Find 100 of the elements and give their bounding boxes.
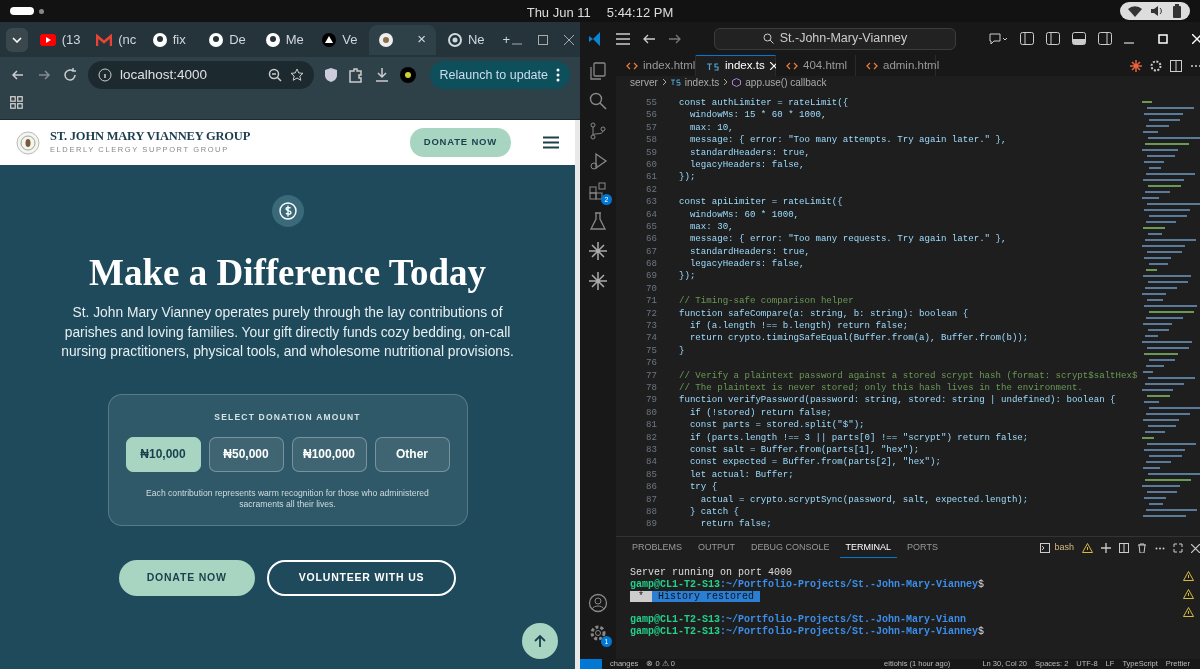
code-comment: // The plaintext is never stored; only this hash lives in the environment. <box>679 382 1083 395</box>
cube-icon <box>732 77 742 87</box>
panel-tab[interactable]: DEBUG CONSOLE <box>745 538 836 558</box>
gear-icon[interactable] <box>1150 59 1162 72</box>
chevron-icon <box>723 78 729 86</box>
settings-icon[interactable] <box>588 623 608 643</box>
zoom-icon[interactable] <box>268 68 282 82</box>
warning-icon[interactable] <box>1183 589 1194 599</box>
breadcrumb-item[interactable]: index.ts <box>684 74 720 90</box>
workspace-indicator[interactable] <box>10 7 34 15</box>
files-icon[interactable] <box>588 61 608 81</box>
reload-icon[interactable] <box>62 67 78 83</box>
puzzle-icon[interactable] <box>348 67 364 83</box>
menu-icon[interactable] <box>543 136 559 149</box>
tab-search-button[interactable] <box>6 27 28 52</box>
amount-option[interactable]: Other <box>374 436 450 472</box>
donate-button[interactable]: DONATE NOW <box>409 128 511 157</box>
shield-icon[interactable] <box>324 67 338 83</box>
address-bar[interactable]: localhost:4000 <box>88 61 314 89</box>
amount-option[interactable]: ₦50,000 <box>208 436 284 472</box>
editor-tab[interactable]: index.ts <box>696 55 776 76</box>
close-icon[interactable] <box>1191 543 1200 553</box>
split-editor-icon[interactable] <box>1170 59 1182 72</box>
maximize-icon[interactable] <box>538 34 548 45</box>
code-line: if (a.length !== b.length) return false; <box>688 320 909 333</box>
warning-icon[interactable] <box>1183 571 1194 581</box>
breadcrumb-item[interactable]: server <box>630 74 658 90</box>
amount-option[interactable]: ₦10,000 <box>125 436 201 472</box>
sparkle-icon[interactable] <box>588 271 608 291</box>
relaunch-button[interactable]: Relaunch to update <box>429 61 570 89</box>
globe-icon <box>447 32 462 47</box>
line-number: 87 <box>645 493 657 506</box>
play-bug-icon[interactable] <box>588 151 608 171</box>
sparkle-icon[interactable] <box>588 241 608 261</box>
browser-tab[interactable]: (13 <box>29 24 85 55</box>
panel-tab[interactable]: OUTPUT <box>692 538 741 558</box>
branch-icon[interactable] <box>588 121 608 141</box>
blocks-icon[interactable] <box>588 181 608 201</box>
search-icon[interactable] <box>588 91 608 111</box>
code-line: if (parts.length !== 3 || parts[0] !== "scrypt") return false; <box>688 431 1029 444</box>
panel-tab[interactable]: PROBLEMS <box>626 538 688 558</box>
browser-tab[interactable]: Me <box>255 24 311 55</box>
browser-tab[interactable]: fix <box>142 24 198 55</box>
browser-tab[interactable]: De <box>199 24 254 55</box>
code-line: max: 30, <box>688 220 734 234</box>
code-line: try { <box>688 481 718 494</box>
line-number: 63 <box>645 196 657 209</box>
flask-icon[interactable] <box>588 211 608 231</box>
browser-tab[interactable]: × <box>368 24 436 55</box>
line-number: 88 <box>645 505 657 519</box>
panel-tab[interactable]: PORTS <box>901 538 944 558</box>
download-icon[interactable] <box>374 67 390 83</box>
volunteer-button[interactable]: VOLUNTEER WITH US <box>266 559 457 596</box>
warning-icon[interactable] <box>1183 607 1194 617</box>
apps-icon[interactable] <box>10 96 23 109</box>
browser-tab[interactable]: Ve <box>312 24 367 55</box>
amount-option[interactable]: ₦100,000 <box>291 436 367 472</box>
panel-icon[interactable] <box>1072 32 1086 45</box>
editor-tab[interactable]: 404.html <box>776 55 856 76</box>
more-icon[interactable] <box>1155 546 1165 550</box>
browser-tab[interactable]: (nc <box>86 24 141 55</box>
battery-icon <box>1172 4 1182 18</box>
star-icon[interactable] <box>290 68 304 82</box>
line-number: 65 <box>645 220 657 234</box>
maximize-icon[interactable] <box>1173 543 1183 553</box>
code-line: let actual: Buffer; <box>688 468 794 482</box>
browser-tab[interactable]: Ne <box>437 24 493 55</box>
split-icon[interactable] <box>1119 543 1129 553</box>
workspace-indicator[interactable] <box>39 8 44 14</box>
trash-icon[interactable] <box>1137 543 1147 553</box>
scroll-top-button[interactable] <box>522 623 558 659</box>
line-number: 64 <box>645 208 657 221</box>
more-icon[interactable] <box>1190 63 1200 68</box>
system-tray[interactable] <box>1120 2 1190 20</box>
account-icon[interactable] <box>588 593 608 613</box>
chat-icon[interactable] <box>988 31 1008 46</box>
command-search-field[interactable]: St.-John-Mary-Vianney <box>714 27 956 50</box>
line-number: 83 <box>645 443 657 457</box>
donate-button[interactable]: DONATE NOW <box>118 559 255 596</box>
sidebar-icon[interactable] <box>1098 32 1112 45</box>
brand-name[interactable]: ST. JOHN MARY VIANNEY GROUP <box>50 130 251 144</box>
warning-icon[interactable] <box>1082 543 1093 553</box>
panel-tab[interactable]: TERMINAL <box>839 537 898 559</box>
layout-icon[interactable] <box>1020 32 1034 45</box>
back-icon[interactable] <box>642 32 656 45</box>
code-line: windowMs: 60 * 1000, <box>688 208 800 221</box>
close-icon[interactable] <box>564 34 574 45</box>
code-line: } catch { <box>688 505 740 519</box>
line-number: 82 <box>645 431 657 444</box>
sparkle-icon[interactable] <box>1130 59 1142 72</box>
breadcrumb-item[interactable]: app.use() callback <box>745 74 827 90</box>
profile-icon[interactable] <box>400 67 416 83</box>
sidebar-icon[interactable] <box>1046 32 1060 45</box>
clock-label[interactable]: 5:44:12 PM <box>606 5 674 20</box>
forward-icon[interactable] <box>668 32 682 45</box>
seal-logo[interactable] <box>16 130 40 155</box>
plus-icon[interactable] <box>1101 543 1111 553</box>
new-tab-button[interactable]: + <box>502 29 510 50</box>
close-tab-button[interactable]: × <box>417 28 426 51</box>
terminal-selector[interactable]: bash <box>1040 541 1074 555</box>
